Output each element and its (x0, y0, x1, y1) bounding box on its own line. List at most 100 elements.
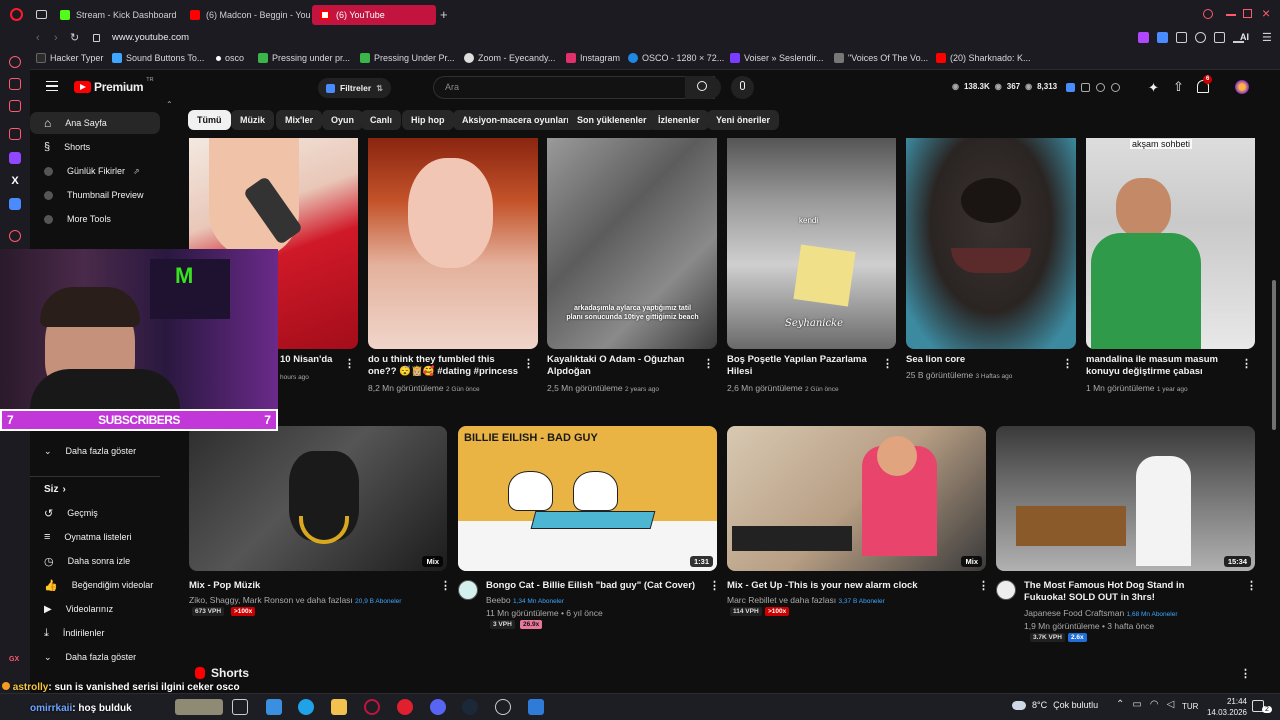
avatar[interactable] (1235, 80, 1249, 94)
file-explorer-icon[interactable] (331, 699, 347, 715)
create-icon[interactable]: ✦ (1148, 80, 1159, 96)
more-options-icon[interactable]: ⋮ (1241, 357, 1252, 371)
obs-icon[interactable] (495, 699, 511, 715)
sidebar-item-shorts[interactable]: § Shorts (30, 136, 160, 158)
video-thumbnail[interactable]: akşam sohbeti (1086, 138, 1255, 349)
clock[interactable]: 21:44 14.03.2026 (1203, 696, 1247, 718)
video-thumbnail[interactable] (368, 138, 538, 349)
more-options-icon[interactable]: ⋮ (882, 357, 893, 371)
video-title[interactable]: mandalina ile masum masum konuyu değişti… (1086, 354, 1236, 379)
hamburger-menu-icon[interactable] (46, 81, 58, 91)
bookmark-sharknado[interactable]: (20) Sharknado: K... (936, 53, 1031, 63)
task-view-icon[interactable] (232, 699, 248, 715)
video-thumbnail[interactable]: Mix (727, 426, 986, 571)
ai-button[interactable]: AI (1240, 32, 1249, 42)
steam-icon[interactable] (462, 699, 478, 715)
page-scrollbar[interactable] (1272, 280, 1276, 430)
history-icon[interactable] (9, 230, 21, 242)
video-thumbnail[interactable]: kendi Seyhanicke (727, 138, 896, 349)
voice-search-button[interactable] (731, 76, 754, 99)
menu-icon[interactable]: ☰ (1262, 31, 1272, 44)
close-icon[interactable]: × (1262, 5, 1270, 21)
sidebar-item-liked[interactable]: 👍 Beğendiğim videolar (30, 574, 160, 596)
chip-mixler[interactable]: Mix'ler (276, 110, 323, 130)
app-icon[interactable] (266, 699, 282, 715)
show-more-button-2[interactable]: ⌄ Daha fazla göster (30, 646, 160, 668)
more-options-icon[interactable]: ⋮ (1062, 357, 1073, 371)
language-indicator[interactable]: TUR (1182, 702, 1198, 711)
opera-icon[interactable] (397, 699, 413, 715)
bookmark-hacker-typer[interactable]: Hacker Typer (36, 53, 103, 63)
chip-yeni-oneriler[interactable]: Yeni öneriler (707, 110, 780, 130)
more-options-icon[interactable]: ⋮ (440, 579, 451, 593)
taskbar-search-box[interactable] (175, 699, 223, 715)
edge-icon[interactable] (298, 699, 314, 715)
chip-son-yuklenenler[interactable]: Son yüklenenler (568, 110, 656, 130)
more-options-icon[interactable]: ⋮ (709, 579, 720, 593)
chip-tumu[interactable]: Tümü (188, 110, 231, 130)
chip-muzik[interactable]: Müzik (231, 110, 275, 130)
tab-kick-dashboard[interactable]: Stream - Kick Dashboard (52, 5, 180, 25)
video-title[interactable]: do u think they fumbled this one?? 😴👸🏼🥰 … (368, 354, 520, 379)
aria-icon[interactable] (9, 56, 21, 68)
sidebar-item-downloads[interactable]: ⤓ İndirilenler (30, 622, 160, 644)
youtube-logo[interactable]: Premium TR (74, 77, 154, 94)
video-thumbnail[interactable] (906, 138, 1076, 349)
more-options-icon[interactable]: ⋮ (1240, 667, 1251, 681)
video-thumbnail[interactable]: Mix (189, 426, 447, 571)
video-title[interactable]: Boş Poşetle Yapılan Pazarlama Hilesi (727, 354, 873, 379)
instagram-icon[interactable] (9, 128, 21, 140)
chip-izlenenler[interactable]: İzlenenler (649, 110, 709, 130)
video-title[interactable]: Kayalıktaki O Adam - Oğuzhan Alpdoğan (547, 354, 697, 379)
sidebar-item-thumbnail-preview[interactable]: Thumbnail Preview (30, 184, 160, 206)
weather-widget[interactable]: 8°C Çok bulutlu (1012, 700, 1098, 710)
video-title[interactable]: Bongo Cat - Billie Eilish "bad guy" (Cat… (486, 580, 701, 593)
url-field[interactable]: www.youtube.com (112, 32, 189, 43)
maximize-button[interactable] (1243, 9, 1252, 18)
extension-icons[interactable] (1138, 32, 1244, 43)
bookmark-osco[interactable]: osco (216, 53, 244, 63)
show-more-button[interactable]: ⌄ Daha fazla göster (30, 440, 160, 462)
sidebar-item-more-tools[interactable]: More Tools (30, 208, 160, 230)
video-title[interactable]: 10 Nisan'da (280, 354, 346, 367)
extension-icon[interactable] (9, 198, 21, 210)
ext-toolbar-icons[interactable] (1066, 83, 1120, 92)
sidebar-item-your-videos[interactable]: ▶ Videolarınız (30, 598, 160, 620)
chip-oyun[interactable]: Oyun (322, 110, 364, 130)
channel-name[interactable]: Marc Rebillet ve daha fazlası (727, 595, 836, 605)
app-icon[interactable] (528, 699, 544, 715)
tab-madcon-beggin[interactable]: (6) Madcon - Beggin - You (182, 5, 310, 25)
channel-avatar[interactable] (996, 580, 1016, 600)
tray-icons[interactable]: ⌃ ▭ ◠ ◁ (1116, 699, 1174, 710)
reload-icon[interactable]: ↻ (70, 31, 79, 44)
bookmark-osco-1280[interactable]: OSCO - 1280 × 72... (628, 53, 724, 63)
gx-icon[interactable]: GX (9, 656, 21, 668)
more-options-icon[interactable]: ⋮ (978, 579, 989, 593)
video-thumbnail[interactable]: arkadaşımla aylarca yaptığımız tatil pla… (547, 138, 717, 349)
more-options-icon[interactable]: ⋮ (344, 357, 355, 371)
sidebar-item-gunluk-fikirler[interactable]: Günlük Fikirler ⇗ (30, 160, 160, 182)
video-title[interactable]: Mix - Pop Müzik (189, 580, 419, 593)
opera-logo-icon[interactable] (10, 8, 23, 21)
upload-icon[interactable]: ⇧ (1173, 79, 1184, 95)
discord-icon[interactable] (430, 699, 446, 715)
sidebar-item-playlists[interactable]: ≡ Oynatma listeleri (30, 526, 160, 548)
video-thumbnail[interactable]: 15:34 (996, 426, 1255, 571)
new-tab-button[interactable]: + (440, 7, 448, 22)
search-button[interactable] (685, 76, 721, 99)
tab-youtube[interactable]: (6) YouTube (312, 5, 436, 25)
x-icon[interactable]: X (9, 175, 21, 187)
workspace-icon[interactable] (36, 10, 47, 19)
chip-canli[interactable]: Canlı (361, 110, 402, 130)
bookmark-sound-buttons[interactable]: Sound Buttons To... (112, 53, 204, 63)
opera-gx-icon[interactable] (364, 699, 380, 715)
search-input[interactable]: Ara (433, 76, 715, 99)
whatsapp-icon[interactable] (9, 100, 21, 112)
search-tabs-icon[interactable] (1203, 9, 1213, 19)
back-icon[interactable]: ‹ (36, 32, 40, 44)
bookmark-pressing-1[interactable]: Pressing under pr... (258, 53, 350, 63)
video-title[interactable]: Mix - Get Up -This is your new alarm clo… (727, 580, 957, 593)
chip-aksiyon[interactable]: Aksiyon-macera oyunları (453, 110, 579, 130)
chip-hip-hop[interactable]: Hip hop (402, 110, 454, 130)
channel-name[interactable]: Japanese Food Craftsman (1024, 608, 1124, 618)
